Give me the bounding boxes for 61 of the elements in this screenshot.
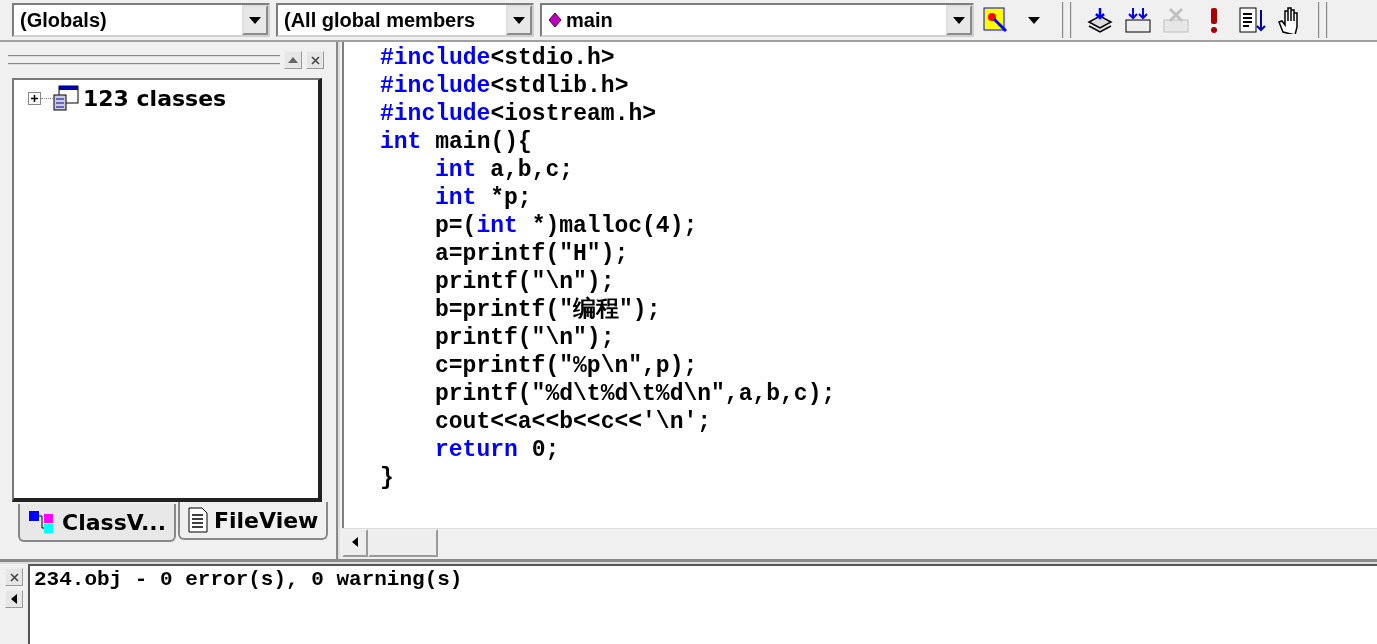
code-line: p=(int *)malloc(4);: [435, 212, 699, 240]
code-line: int *p;: [435, 184, 533, 212]
exclamation-icon: [1209, 6, 1219, 34]
code-line: c=printf("%p\n",p);: [435, 352, 699, 380]
dropdown-arrow-button[interactable]: [242, 5, 268, 35]
close-icon: [310, 55, 320, 65]
list-down-icon: [1238, 6, 1266, 34]
scroll-left-button[interactable]: [5, 590, 23, 608]
up-arrow-icon: [288, 57, 298, 63]
workspace-tab[interactable]: FileView: [178, 502, 329, 540]
code-line: return 0;: [435, 436, 561, 464]
code-line: a=printf("H");: [435, 240, 630, 268]
code-line: printf("\n");: [435, 268, 616, 296]
output-text: 234.obj - 0 error(s), 0 warning(s): [28, 564, 1377, 644]
panel-grip[interactable]: [8, 55, 280, 65]
toolbar-button[interactable]: [1236, 4, 1268, 36]
dropdown-field[interactable]: (All global members: [276, 3, 534, 37]
code-line: #include<stdlib.h>: [380, 72, 630, 100]
wand-icon: [982, 6, 1010, 34]
caret-icon: [953, 16, 965, 24]
code-line: }: [380, 464, 395, 492]
close-button[interactable]: [5, 568, 23, 586]
workspace-tab[interactable]: ClassV...: [18, 504, 176, 542]
dropdown-field[interactable]: (Globals): [12, 3, 270, 37]
scroll-thumb[interactable]: [368, 529, 438, 557]
dropdown-value: main: [566, 8, 613, 32]
caret-icon: [1028, 16, 1040, 24]
close-icon: [9, 572, 19, 582]
code-line: int a,b,c;: [435, 156, 575, 184]
code-line: int main(){: [380, 128, 533, 156]
code-line: b=printf("编程");: [435, 296, 662, 324]
code-line: printf("%d\t%d\t%d\n",a,b,c);: [435, 380, 837, 408]
keyboard-icon: [1124, 6, 1152, 34]
code-line: cout<<a<<b<<c<<'\n';: [435, 408, 713, 436]
keyboard-icon: [1162, 6, 1190, 34]
caret-icon: [513, 16, 525, 24]
code-line: #include<iostream.h>: [380, 100, 658, 128]
expand-icon[interactable]: [28, 91, 41, 105]
left-arrow-icon: [11, 594, 17, 604]
close-button[interactable]: [306, 51, 324, 69]
toolbar-separator: [1318, 2, 1328, 38]
tree-label: 123 classes: [83, 85, 227, 111]
maximize-button[interactable]: [284, 51, 302, 69]
code-line: printf("\n");: [435, 324, 616, 352]
code-editor[interactable]: [342, 42, 1377, 528]
left-arrow-icon: [352, 537, 358, 547]
scroll-left-button[interactable]: [342, 529, 368, 557]
dropdown-arrow-button[interactable]: [946, 5, 972, 35]
diamond-icon: [548, 12, 562, 28]
dropdown-arrow-button[interactable]: [506, 5, 532, 35]
dropdown-value: (All global members: [284, 8, 476, 32]
caret-icon: [249, 16, 261, 24]
classes-icon: [53, 85, 79, 111]
code-line: #include<stdio.h>: [380, 44, 616, 72]
toolbar-grip[interactable]: [1062, 2, 1072, 38]
dropdown-field[interactable]: main: [540, 3, 974, 37]
tree-item[interactable]: 123 classes: [28, 84, 318, 112]
dropdown-value: (Globals): [20, 8, 107, 32]
stack-icon: [1086, 6, 1114, 34]
document-icon: [188, 507, 208, 533]
class-icon: [28, 510, 56, 534]
